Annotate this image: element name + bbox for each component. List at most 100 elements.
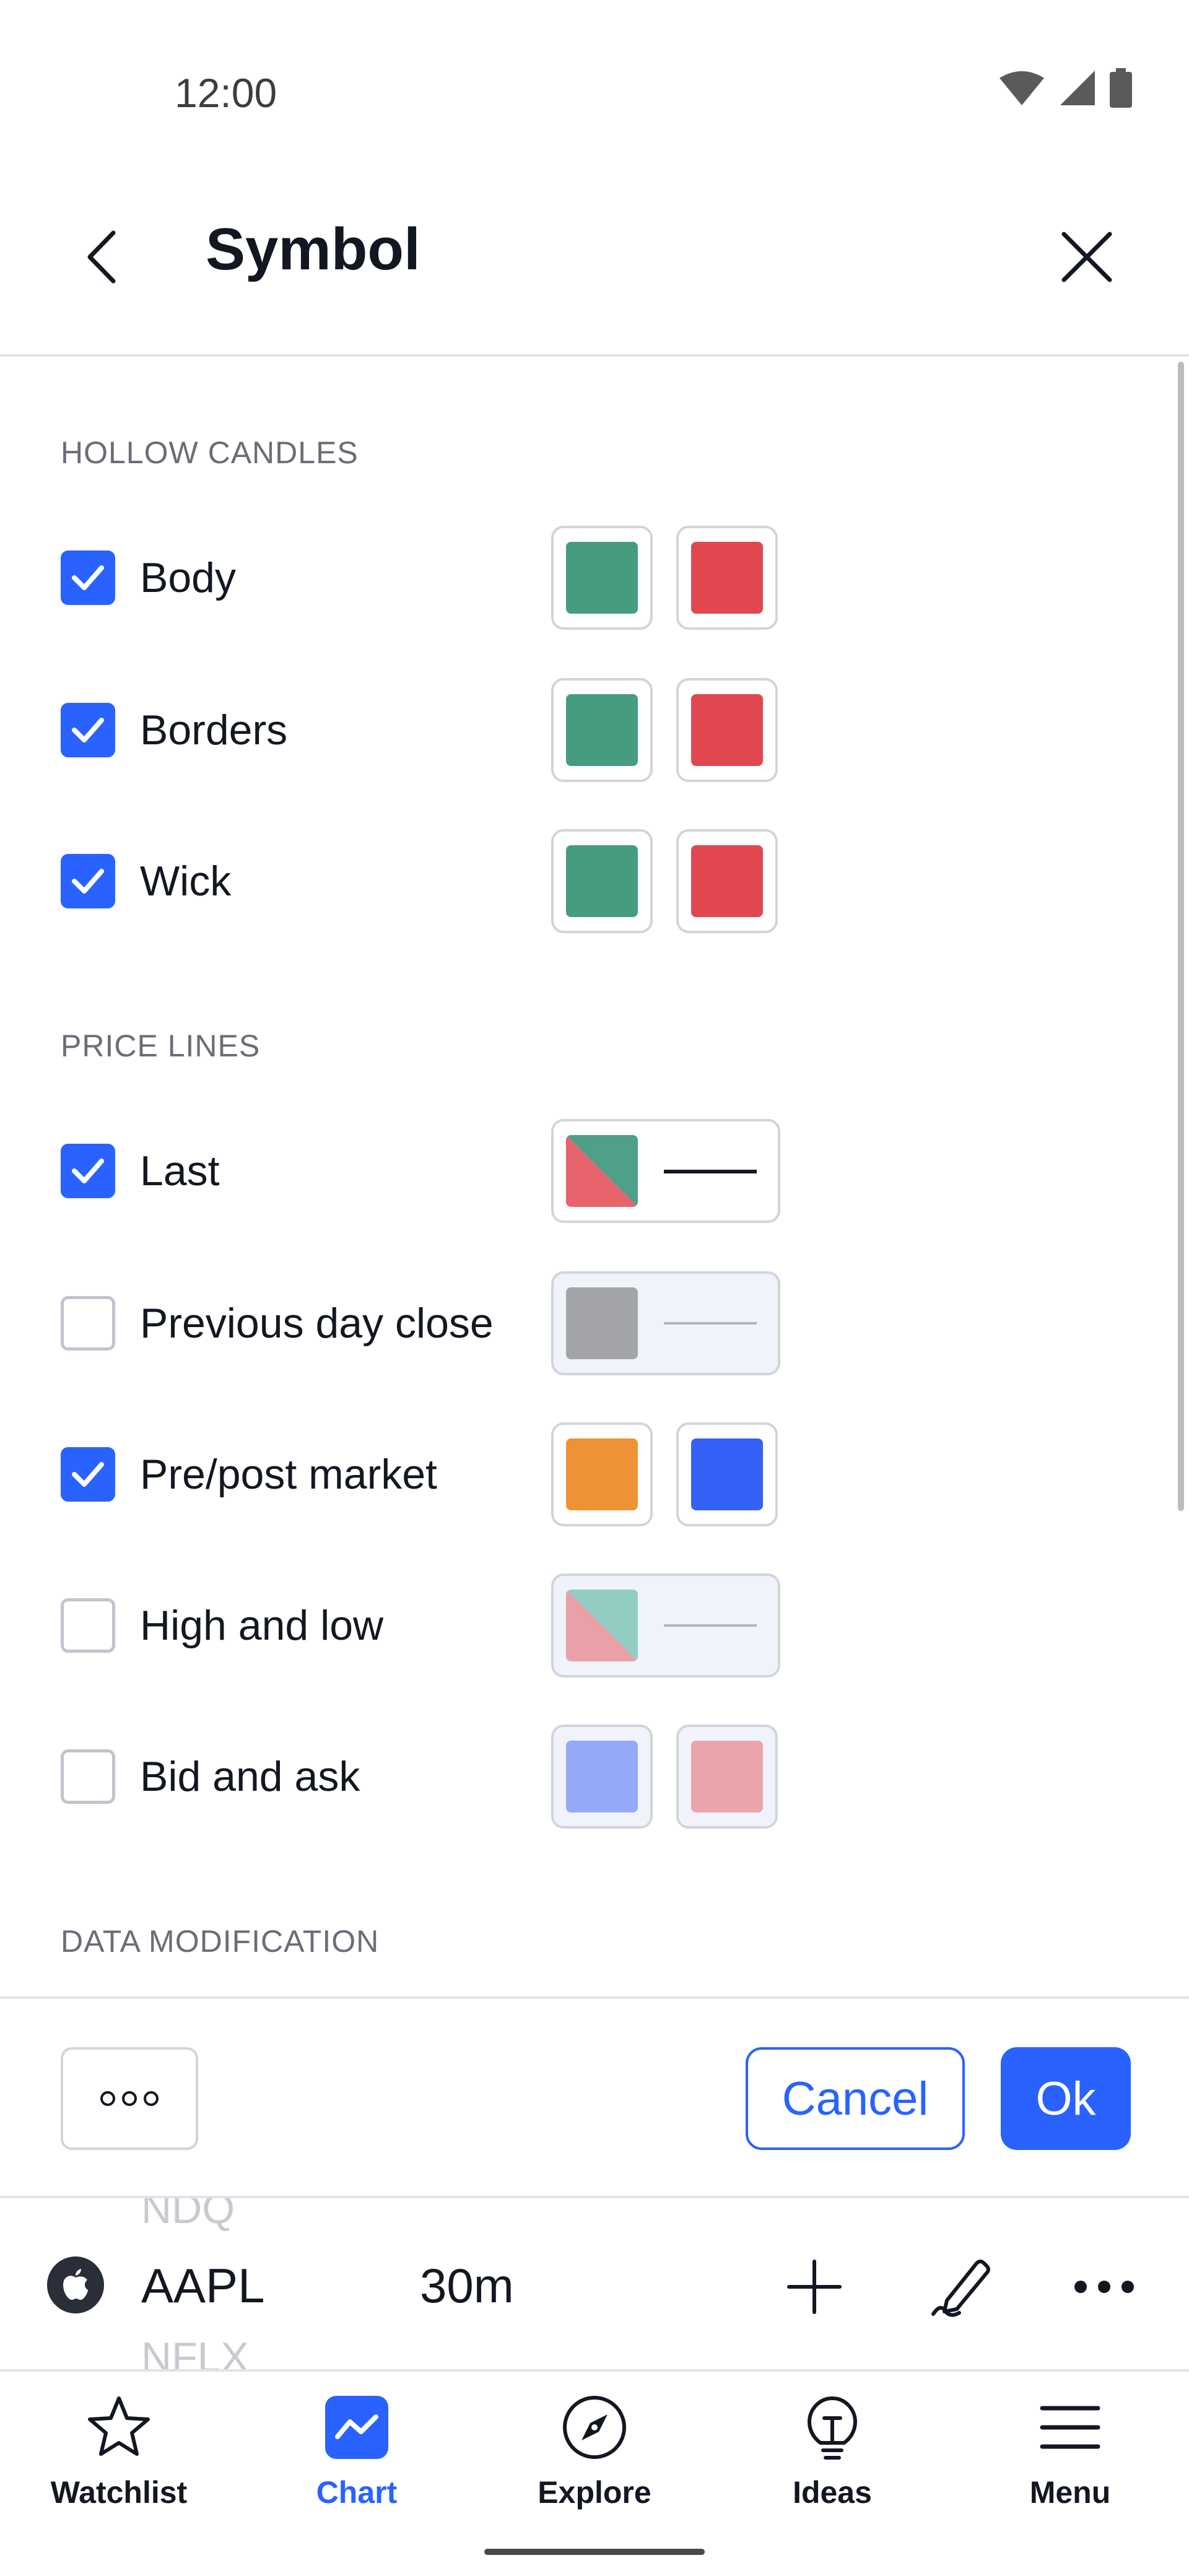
high-and-low-line-style-button[interactable] [551, 1573, 780, 1677]
cellular-signal-icon [1060, 71, 1095, 105]
lightbulb-icon [795, 2390, 869, 2465]
last-label: Last [140, 1147, 220, 1194]
page-title: Symbol [206, 216, 420, 282]
section-title-data-modification: DATA MODIFICATION [61, 1924, 380, 1959]
nav-ideas[interactable]: Ideas [713, 2375, 951, 2512]
wifi-icon [1000, 71, 1044, 105]
body-up-color-button[interactable] [551, 526, 653, 630]
section-title-price-lines: PRICE LINES [61, 1029, 261, 1063]
wick-down-color-button[interactable] [676, 829, 778, 933]
chevron-left-icon [87, 230, 116, 284]
row-bid-and-ask: Bid and ask [0, 1724, 1189, 1829]
nav-watchlist[interactable]: Watchlist [0, 2375, 238, 2512]
row-body: Body [0, 525, 1189, 630]
color-swatch [566, 542, 638, 614]
symbol-selector[interactable]: AAPL [141, 2258, 264, 2314]
previous-day-close-line-style-button[interactable] [551, 1271, 780, 1375]
bid-color-button[interactable] [551, 1725, 653, 1829]
ask-color-button[interactable] [676, 1725, 778, 1829]
color-swatch [566, 1741, 638, 1812]
status-icons [998, 68, 1132, 108]
borders-label: Borders [140, 707, 288, 754]
nav-label: Menu [1029, 2475, 1111, 2510]
borders-up-color-button[interactable] [551, 678, 653, 782]
color-swatch [566, 1590, 638, 1661]
close-button[interactable] [1053, 223, 1121, 291]
star-icon [82, 2390, 156, 2465]
nav-explore[interactable]: Explore [476, 2375, 713, 2512]
pre-market-color-button[interactable] [551, 1422, 653, 1526]
line-style-preview [664, 1322, 757, 1325]
back-button[interactable] [68, 223, 136, 291]
body-down-color-button[interactable] [676, 526, 778, 630]
header-divider [0, 354, 1189, 357]
wick-checkbox[interactable] [61, 854, 115, 908]
previous-day-close-label: Previous day close [140, 1300, 494, 1347]
line-style-preview [664, 1170, 757, 1173]
nav-label: Chart [316, 2475, 398, 2510]
section-title-hollow-candles: HOLLOW CANDLES [61, 435, 359, 470]
borders-checkbox[interactable] [61, 703, 115, 757]
row-high-and-low: High and low [0, 1573, 1189, 1678]
nav-label: Explore [538, 2475, 651, 2510]
close-icon [1061, 232, 1112, 282]
borders-down-color-button[interactable] [676, 678, 778, 782]
color-swatch [691, 1741, 763, 1812]
post-market-color-button[interactable] [676, 1422, 778, 1526]
footer-divider [0, 1996, 1189, 1999]
apple-logo-icon [47, 2256, 104, 2313]
color-swatch [691, 1438, 763, 1510]
interval-selector[interactable]: 30m [420, 2258, 514, 2314]
color-swatch [566, 694, 638, 766]
color-swatch [566, 1135, 638, 1207]
add-button[interactable] [780, 2253, 848, 2321]
line-style-preview [664, 1624, 757, 1627]
more-horizontal-icon [1074, 2281, 1134, 2293]
last-checkbox[interactable] [61, 1144, 115, 1198]
previous-day-close-checkbox[interactable] [61, 1296, 115, 1351]
nav-label: Ideas [793, 2475, 872, 2510]
cancel-button[interactable]: Cancel [746, 2047, 965, 2150]
row-last: Last [0, 1118, 1189, 1224]
pre-post-market-label: Pre/post market [140, 1451, 437, 1498]
gesture-navigation-bar [484, 2549, 705, 2555]
last-line-style-button[interactable] [551, 1119, 780, 1223]
wick-label: Wick [140, 858, 232, 905]
symbol-picker-prev: NDQ [141, 2198, 235, 2232]
nav-chart[interactable]: Chart [238, 2375, 476, 2512]
color-swatch [566, 1287, 638, 1359]
toolbar-more-button[interactable] [1070, 2253, 1138, 2321]
pre-post-market-checkbox[interactable] [61, 1447, 115, 1502]
menu-icon [1033, 2390, 1107, 2465]
wick-up-color-button[interactable] [551, 829, 653, 933]
more-options-button[interactable] [61, 2047, 198, 2150]
chart-toolbar: NDQ NFLX AAPL 30m [0, 2198, 1189, 2369]
color-swatch [691, 542, 763, 614]
battery-icon [1110, 68, 1132, 108]
symbol-picker-next: NFLX [141, 2334, 249, 2369]
body-checkbox[interactable] [61, 550, 115, 605]
row-borders: Borders [0, 677, 1189, 783]
high-and-low-checkbox[interactable] [61, 1598, 115, 1653]
row-wick: Wick [0, 829, 1189, 934]
compass-icon [557, 2390, 632, 2465]
row-pre-post-market: Pre/post market [0, 1422, 1189, 1527]
nav-menu[interactable]: Menu [951, 2375, 1189, 2512]
color-swatch [691, 694, 763, 766]
plus-icon [787, 2260, 842, 2314]
pencil-icon [931, 2260, 990, 2317]
status-time: 12:00 [175, 70, 277, 116]
bid-and-ask-checkbox[interactable] [61, 1749, 115, 1804]
bid-and-ask-label: Bid and ask [140, 1753, 360, 1800]
high-and-low-label: High and low [140, 1602, 384, 1649]
ok-button[interactable]: Ok [1001, 2047, 1131, 2150]
checkmark-icon [72, 1159, 104, 1183]
color-swatch [566, 845, 638, 917]
checkmark-icon [72, 718, 104, 742]
color-swatch [566, 1438, 638, 1510]
color-swatch [691, 845, 763, 917]
dialog-header: Symbol [0, 161, 1189, 354]
chart-icon [320, 2390, 394, 2465]
toolbar-divider [0, 2369, 1189, 2372]
drawing-tools-button[interactable] [925, 2249, 1000, 2323]
